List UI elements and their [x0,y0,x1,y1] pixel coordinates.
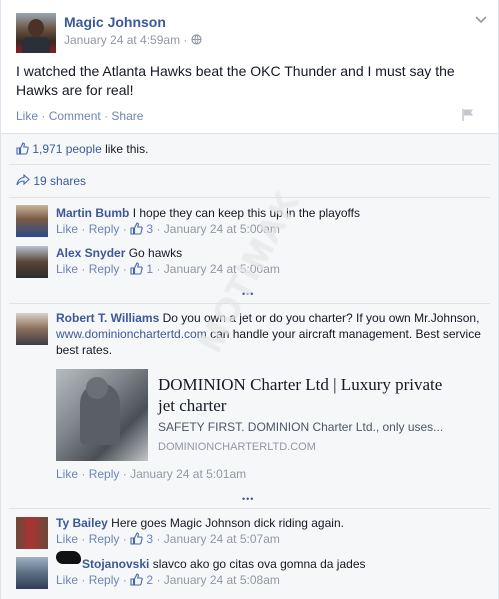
post-timestamp[interactable]: January 24 at 4:59am · [64,33,202,47]
shares-link[interactable]: 19 shares [33,174,86,188]
comment-like-button[interactable]: Like [56,222,78,236]
link-preview-description: SAFETY FIRST. DOMINION Charter Ltd., onl… [158,420,444,434]
link-preview-image[interactable] [56,369,148,461]
thumbs-up-icon [130,222,143,235]
thumbs-up-icon [16,142,29,155]
timestamp-text[interactable]: January 24 at 4:59am [64,33,180,47]
share-arrow-icon [16,173,30,186]
share-button[interactable]: Share [111,109,143,123]
thumbs-up-icon [130,573,143,586]
commenter-avatar[interactable] [16,313,48,345]
comment-item: Robert T. Williams Do you own a jet or d… [56,310,486,358]
likes-count-link[interactable]: 1,971 people [32,142,101,156]
comment-like-count[interactable]: 1 [146,262,153,276]
comment-text: Go hawks [128,246,183,260]
comment-author[interactable]: Alex Snyder [56,246,125,260]
comment-like-count[interactable]: 3 [146,222,153,236]
comment-timestamp[interactable]: January 24 at 5:08am [164,573,280,587]
comment-author[interactable]: Stojanovski [82,557,149,571]
comment-reply-button[interactable]: Reply [89,222,120,236]
comment-actions: Like · Reply · 2 · January 24 at 5:08am [56,573,280,587]
comment-button[interactable]: Comment [49,109,101,123]
censor-mark-icon [56,551,81,564]
comment-author[interactable]: Ty Bailey [56,516,108,530]
link-preview-domain: DOMINIONCHARTERLTD.COM [158,441,316,453]
post-actions: Like · Comment · Share [16,109,144,123]
post-options-chevron-icon[interactable] [475,13,487,27]
more-comments-indicator[interactable]: ••• [242,494,254,504]
comment-timestamp[interactable]: January 24 at 5:07am [164,532,280,546]
commenter-avatar[interactable] [16,205,48,237]
comment-reply-button[interactable]: Reply [89,262,120,276]
post-author[interactable]: Magic Johnson [64,14,166,30]
comment-like-count[interactable]: 2 [146,573,153,587]
commenter-avatar[interactable] [16,246,48,278]
comment-text: Here goes Magic Johnson dick riding agai… [111,516,344,530]
comment-item: Ty Bailey Here goes Magic Johnson dick r… [56,515,486,531]
comment-like-button[interactable]: Like [56,532,78,546]
post-text: I watched the Atlanta Hawks beat the OKC… [16,63,455,98]
comment-reply-button[interactable]: Reply [89,573,120,587]
comment-actions: Like · Reply · January 24 at 5:01am [56,467,247,481]
comment-reply-button[interactable]: Reply [89,532,120,546]
commenter-avatar[interactable] [16,557,48,589]
likes-summary: 1,971 people like this. [16,142,148,156]
comment-reply-button[interactable]: Reply [89,467,120,481]
like-button[interactable]: Like [16,109,38,123]
comment-like-count[interactable]: 3 [146,532,153,546]
comment-text: slavco ako go citas ova gomna da jades [152,557,366,571]
comment-text: I hope they can keep this up in the play… [132,206,360,220]
comment-item: Stojanovski slavco ako go citas ova gomn… [82,556,487,572]
post-card: Magic Johnson January 24 at 4:59am · I w… [0,0,499,599]
shares-summary[interactable]: 19 shares [16,173,86,188]
comment-timestamp[interactable]: January 24 at 5:01am [130,467,246,481]
comment-like-button[interactable]: Like [56,573,78,587]
link-preview[interactable]: DOMINION Charter Ltd | Luxury private je… [56,369,464,461]
thumbs-up-icon [130,262,143,275]
comment-actions: Like · Reply · 3 · January 24 at 5:07am [56,532,280,546]
globe-icon [191,34,202,45]
commenter-avatar[interactable] [16,517,48,549]
comment-link[interactable]: www.dominionchartertd.com [56,327,207,341]
author-avatar[interactable] [16,13,56,53]
comment-like-button[interactable]: Like [56,467,78,481]
link-preview-title[interactable]: DOMINION Charter Ltd | Luxury private je… [158,374,458,416]
flag-icon[interactable] [462,108,475,125]
thumbs-up-icon [130,532,143,545]
comment-like-button[interactable]: Like [56,262,78,276]
comment-author[interactable]: Robert T. Williams [56,311,159,325]
comment-author[interactable]: Martin Bumb [56,206,129,220]
